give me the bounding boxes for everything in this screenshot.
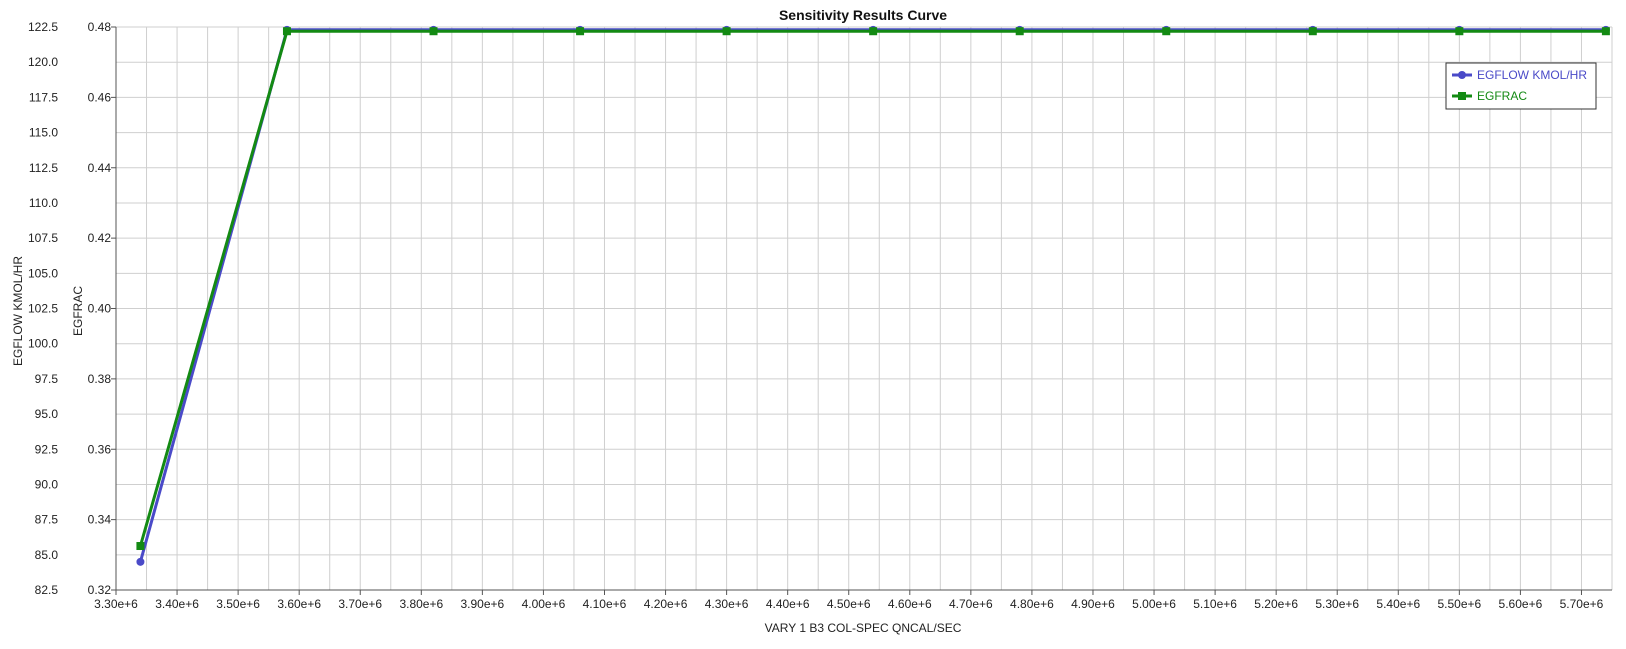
- data-point-egfrac: [1308, 27, 1317, 36]
- legend-marker-egflow-kmol-hr: [1458, 71, 1466, 79]
- y-left-tick-label: 85.0: [35, 548, 59, 562]
- data-point-egfrac: [576, 27, 585, 36]
- y-left-tick-label: 97.5: [35, 372, 59, 386]
- legend-label-egfrac: EGFRAC: [1477, 89, 1527, 103]
- data-point-egflow-kmol-hr: [136, 557, 145, 566]
- x-tick-label: 4.70e+6: [949, 597, 993, 611]
- data-point-egfrac: [722, 27, 731, 36]
- x-tick-label: 4.50e+6: [827, 597, 871, 611]
- x-tick-label: 4.00e+6: [522, 597, 566, 611]
- y-left-tick-label: 82.5: [35, 583, 59, 597]
- x-tick-label: 4.60e+6: [888, 597, 932, 611]
- x-tick-label: 3.30e+6: [94, 597, 138, 611]
- data-point-egfrac: [1015, 27, 1024, 36]
- x-tick-label: 5.60e+6: [1499, 597, 1543, 611]
- y-left-tick-label: 90.0: [35, 477, 59, 491]
- sensitivity-chart: 3.30e+6 3.40e+6 3.50e+6 3.60e+6 3.70e+6 3.80e…: [0, 0, 1626, 644]
- x-tick-label: 4.20e+6: [644, 597, 688, 611]
- y-axis-left-title: EGFLOW KMOL/HR: [11, 256, 25, 366]
- y-left-tick-label: 117.5: [29, 90, 58, 104]
- x-tick-label: 4.10e+6: [583, 597, 627, 611]
- y-left-tick-label: 122.5: [28, 20, 58, 34]
- data-point-egfrac: [1455, 27, 1464, 36]
- x-tick-label: 5.20e+6: [1254, 597, 1298, 611]
- y-right-tick-label: 0.36: [88, 442, 112, 456]
- x-tick-label: 3.50e+6: [216, 597, 260, 611]
- y-left-tick-label: 100.0: [28, 337, 58, 351]
- data-point-egfrac: [869, 27, 878, 36]
- x-tick-label: 5.50e+6: [1437, 597, 1481, 611]
- data-point-egfrac: [136, 542, 145, 551]
- x-tick-label: 4.30e+6: [705, 597, 749, 611]
- grid: [115, 26, 1613, 591]
- legend: EGFLOW KMOL/HR EGFRAC: [1445, 62, 1597, 110]
- y-right-tick-label: 0.48: [88, 20, 112, 34]
- y-right-tick-label: 0.42: [88, 231, 112, 245]
- data-point-egfrac: [282, 27, 291, 36]
- y-right-tick-label: 0.40: [88, 302, 112, 316]
- y-left-tick-label: 95.0: [35, 407, 59, 421]
- y-left-tick-label: 110.0: [29, 196, 58, 210]
- y-left-tick-label: 92.5: [35, 442, 59, 456]
- y-left-tick-label: 107.5: [28, 231, 58, 245]
- data-point-egfrac: [1162, 27, 1171, 36]
- y-axis-right-title: EGFRAC: [71, 286, 85, 336]
- y-right-tick-label: 0.38: [88, 372, 112, 386]
- y-left-tick-label: 120.0: [28, 55, 58, 69]
- data-point-egfrac: [429, 27, 438, 36]
- x-tick-label: 4.90e+6: [1071, 597, 1115, 611]
- x-tick-label: 5.10e+6: [1193, 597, 1237, 611]
- y-right-tick-label: 0.34: [88, 513, 112, 527]
- x-tick-label: 3.40e+6: [155, 597, 199, 611]
- legend-label-egflow-kmol-hr: EGFLOW KMOL/HR: [1477, 68, 1587, 82]
- x-tick-label: 5.40e+6: [1376, 597, 1420, 611]
- x-tick-label: 5.30e+6: [1315, 597, 1359, 611]
- x-tick-label: 3.70e+6: [338, 597, 382, 611]
- x-tick-label: 4.40e+6: [766, 597, 810, 611]
- x-tick-label: 4.80e+6: [1010, 597, 1054, 611]
- y-left-tick-label: 112.5: [29, 161, 58, 175]
- x-tick-label: 3.90e+6: [461, 597, 505, 611]
- legend-marker-egfrac: [1458, 92, 1466, 100]
- y-right-tick-label: 0.32: [88, 583, 112, 597]
- chart-title: Sensitivity Results Curve: [779, 7, 947, 23]
- y-right-tick-label: 0.44: [88, 161, 112, 175]
- y-left-tick-label: 115.0: [29, 126, 58, 140]
- x-axis-title: VARY 1 B3 COL-SPEC QNCAL/SEC: [765, 621, 962, 635]
- x-tick-label: 5.70e+6: [1560, 597, 1604, 611]
- data-point-egfrac: [1601, 27, 1610, 36]
- chart-canvas: 3.30e+6 3.40e+6 3.50e+6 3.60e+6 3.70e+6 3.80e…: [11, 7, 1613, 635]
- y-left-tick-label: 102.5: [28, 302, 58, 316]
- y-left-tick-label: 105.0: [28, 266, 58, 280]
- x-tick-label: 5.00e+6: [1132, 597, 1176, 611]
- x-tick-label: 3.80e+6: [399, 597, 443, 611]
- y-right-tick-label: 0.46: [88, 90, 112, 104]
- x-tick-label: 3.60e+6: [277, 597, 321, 611]
- y-left-tick-label: 87.5: [35, 513, 59, 527]
